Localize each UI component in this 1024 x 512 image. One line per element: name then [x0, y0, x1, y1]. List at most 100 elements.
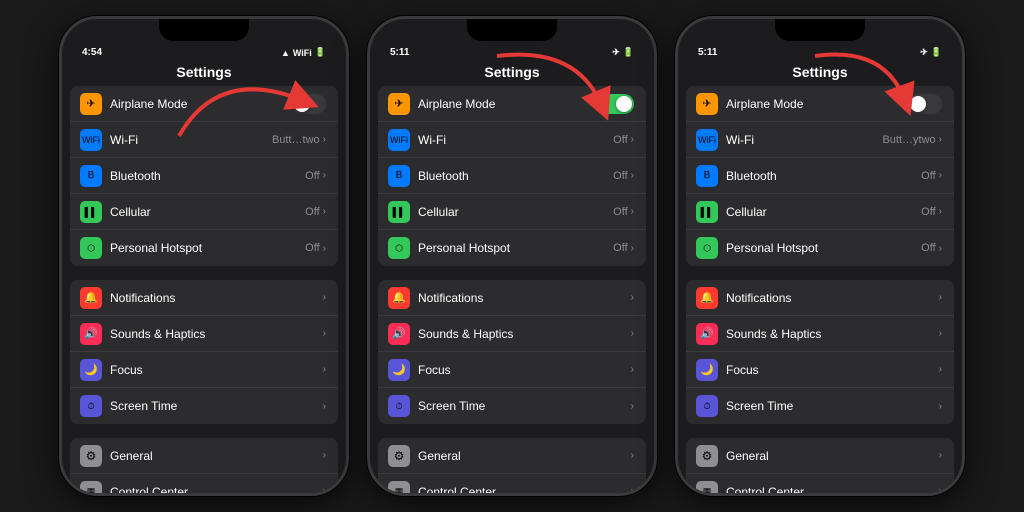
- wifi-row-2[interactable]: WiFi Wi-Fi Off ›: [378, 122, 646, 158]
- screentime-label-3: Screen Time: [726, 399, 939, 413]
- controlcenter-chevron-1: ›: [323, 486, 326, 493]
- status-icons-1: ▲ WiFi 🔋: [281, 47, 326, 58]
- network-group-2: ✈ Airplane Mode WiFi Wi-Fi Off › B: [378, 86, 646, 266]
- airplane-toggle-3[interactable]: [908, 94, 942, 114]
- network-group-1: ✈ Airplane Mode WiFi Wi-Fi Butt…two ›: [70, 86, 338, 266]
- airplane-toggle-1[interactable]: [292, 94, 326, 114]
- screentime-icon-3: ⏱: [696, 395, 718, 417]
- general-label-2: General: [418, 449, 631, 463]
- hotspot-label-1: Personal Hotspot: [110, 241, 305, 255]
- sounds-row-1[interactable]: 🔊 Sounds & Haptics ›: [70, 316, 338, 352]
- cellular-label-1: Cellular: [110, 205, 305, 219]
- screentime-label-1: Screen Time: [110, 399, 323, 413]
- cellular-row-1[interactable]: ▌▌ Cellular Off ›: [70, 194, 338, 230]
- notifications-row-3[interactable]: 🔔 Notifications ›: [686, 280, 954, 316]
- general-row-3[interactable]: ⚙ General ›: [686, 438, 954, 474]
- settings-title-3: Settings: [678, 62, 962, 86]
- general-icon-2: ⚙: [388, 445, 410, 467]
- focus-icon-1: 🌙: [80, 359, 102, 381]
- controlcenter-chevron-3: ›: [939, 486, 942, 493]
- status-icons-3: ✈ 🔋: [920, 47, 942, 58]
- general-chevron-1: ›: [323, 450, 326, 461]
- wifi-label-2: Wi-Fi: [418, 133, 613, 147]
- bluetooth-icon-3: B: [696, 165, 718, 187]
- bluetooth-chevron-2: ›: [631, 170, 634, 181]
- airplane-row-2[interactable]: ✈ Airplane Mode: [378, 86, 646, 122]
- controlcenter-row-2[interactable]: ▦ Control Center ›: [378, 474, 646, 493]
- airplane-toggle-2[interactable]: [600, 94, 634, 114]
- notifications-label-1: Notifications: [110, 291, 323, 305]
- controlcenter-row-3[interactable]: ▦ Control Center ›: [686, 474, 954, 493]
- sounds-label-2: Sounds & Haptics: [418, 327, 631, 341]
- screentime-row-2[interactable]: ⏱ Screen Time ›: [378, 388, 646, 424]
- wifi-label-3: Wi-Fi: [726, 133, 882, 147]
- airplane-icon-3: ✈: [696, 93, 718, 115]
- cellular-value-1: Off: [305, 206, 319, 218]
- hotspot-icon-3: ⬡: [696, 237, 718, 259]
- cellular-row-2[interactable]: ▌▌ Cellular Off ›: [378, 194, 646, 230]
- notify-group-3: 🔔 Notifications › 🔊 Sounds & Haptics › 🌙…: [686, 280, 954, 424]
- notifications-chevron-3: ›: [939, 292, 942, 303]
- sounds-row-2[interactable]: 🔊 Sounds & Haptics ›: [378, 316, 646, 352]
- phone-screen-1: 4:54 ▲ WiFi 🔋 Settings ✈ Airplane Mode: [62, 19, 346, 493]
- hotspot-value-2: Off: [613, 242, 627, 254]
- cellular-value-3: Off: [921, 206, 935, 218]
- hotspot-row-3[interactable]: ⬡ Personal Hotspot Off ›: [686, 230, 954, 266]
- phone-screen-3: 5:11 ✈ 🔋 Settings ✈ Airplane Mode: [678, 19, 962, 493]
- focus-row-1[interactable]: 🌙 Focus ›: [70, 352, 338, 388]
- bluetooth-row-1[interactable]: B Bluetooth Off ›: [70, 158, 338, 194]
- cellular-row-3[interactable]: ▌▌ Cellular Off ›: [686, 194, 954, 230]
- screentime-chevron-2: ›: [631, 401, 634, 412]
- hotspot-icon-2: ⬡: [388, 237, 410, 259]
- general-icon-3: ⚙: [696, 445, 718, 467]
- cellular-value-2: Off: [613, 206, 627, 218]
- sounds-row-3[interactable]: 🔊 Sounds & Haptics ›: [686, 316, 954, 352]
- hotspot-row-1[interactable]: ⬡ Personal Hotspot Off ›: [70, 230, 338, 266]
- general-chevron-3: ›: [939, 450, 942, 461]
- wifi-icon-1: WiFi: [80, 129, 102, 151]
- network-group-3: ✈ Airplane Mode WiFi Wi-Fi Butt…ytwo › B: [686, 86, 954, 266]
- wifi-row-3[interactable]: WiFi Wi-Fi Butt…ytwo ›: [686, 122, 954, 158]
- phone-3: 5:11 ✈ 🔋 Settings ✈ Airplane Mode: [675, 16, 965, 496]
- general-group-2: ⚙ General › ▦ Control Center › AA Displa…: [378, 438, 646, 493]
- airplane-row-3[interactable]: ✈ Airplane Mode: [686, 86, 954, 122]
- focus-icon-3: 🌙: [696, 359, 718, 381]
- screentime-row-3[interactable]: ⏱ Screen Time ›: [686, 388, 954, 424]
- screentime-icon-1: ⏱: [80, 395, 102, 417]
- notifications-icon-2: 🔔: [388, 287, 410, 309]
- focus-chevron-3: ›: [939, 364, 942, 375]
- focus-row-3[interactable]: 🌙 Focus ›: [686, 352, 954, 388]
- controlcenter-row-1[interactable]: ▦ Control Center ›: [70, 474, 338, 493]
- screentime-label-2: Screen Time: [418, 399, 631, 413]
- airplane-row-1[interactable]: ✈ Airplane Mode: [70, 86, 338, 122]
- screentime-row-1[interactable]: ⏱ Screen Time ›: [70, 388, 338, 424]
- general-chevron-2: ›: [631, 450, 634, 461]
- hotspot-row-2[interactable]: ⬡ Personal Hotspot Off ›: [378, 230, 646, 266]
- cellular-chevron-3: ›: [939, 206, 942, 217]
- settings-title-1: Settings: [62, 62, 346, 86]
- bluetooth-label-1: Bluetooth: [110, 169, 305, 183]
- cellular-chevron-1: ›: [323, 206, 326, 217]
- focus-row-2[interactable]: 🌙 Focus ›: [378, 352, 646, 388]
- cellular-icon-2: ▌▌: [388, 201, 410, 223]
- notifications-row-2[interactable]: 🔔 Notifications ›: [378, 280, 646, 316]
- bluetooth-value-3: Off: [921, 170, 935, 182]
- notify-group-2: 🔔 Notifications › 🔊 Sounds & Haptics › 🌙…: [378, 280, 646, 424]
- sounds-icon-1: 🔊: [80, 323, 102, 345]
- focus-label-1: Focus: [110, 363, 323, 377]
- sounds-icon-3: 🔊: [696, 323, 718, 345]
- general-row-2[interactable]: ⚙ General ›: [378, 438, 646, 474]
- cellular-label-2: Cellular: [418, 205, 613, 219]
- bluetooth-row-2[interactable]: B Bluetooth Off ›: [378, 158, 646, 194]
- notifications-row-1[interactable]: 🔔 Notifications ›: [70, 280, 338, 316]
- bluetooth-row-3[interactable]: B Bluetooth Off ›: [686, 158, 954, 194]
- wifi-row-1[interactable]: WiFi Wi-Fi Butt…two ›: [70, 122, 338, 158]
- cellular-chevron-2: ›: [631, 206, 634, 217]
- general-row-1[interactable]: ⚙ General ›: [70, 438, 338, 474]
- focus-icon-2: 🌙: [388, 359, 410, 381]
- controlcenter-chevron-2: ›: [631, 486, 634, 493]
- notifications-chevron-1: ›: [323, 292, 326, 303]
- hotspot-value-3: Off: [921, 242, 935, 254]
- bluetooth-value-2: Off: [613, 170, 627, 182]
- bluetooth-label-3: Bluetooth: [726, 169, 921, 183]
